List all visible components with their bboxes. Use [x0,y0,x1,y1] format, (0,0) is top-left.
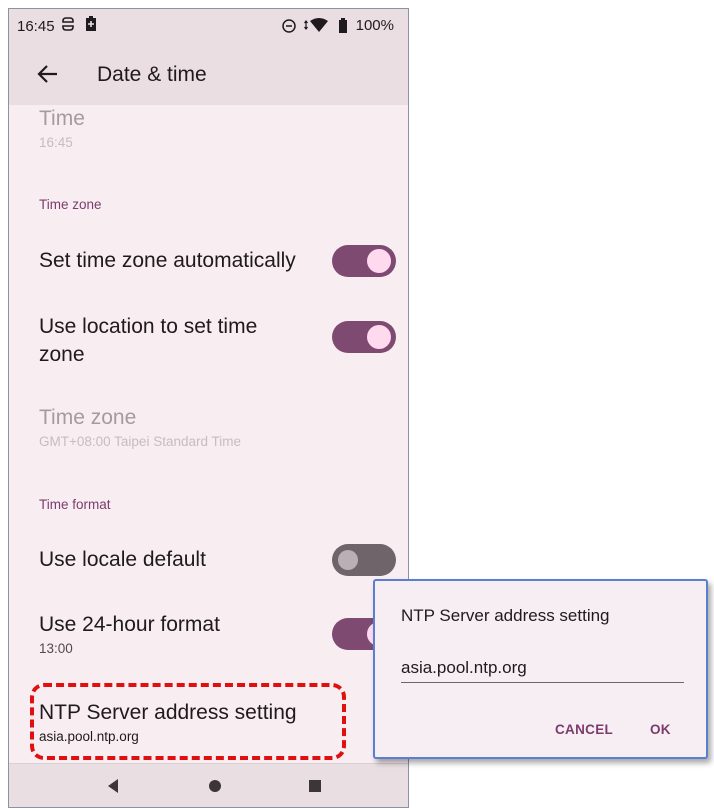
time-label: Time [39,107,85,130]
time-zone-label: Time zone [39,406,137,429]
do-not-disturb-icon [281,18,296,33]
back-arrow-icon[interactable] [31,57,65,91]
page-title: Date & time [97,63,207,86]
set-time-zone-auto-switch[interactable] [332,245,396,277]
status-time: 16:45 [17,18,55,35]
time-zone-setting: Time zone GMT+08:00 Taipei Standard Time [39,404,408,449]
battery-saver-icon [85,16,97,32]
ntp-server-input[interactable] [401,653,684,683]
use-locale-default-switch[interactable] [332,544,396,576]
app-bar: Date & time [9,43,408,105]
nav-back-icon[interactable] [101,774,125,798]
battery-level: 100% [355,17,394,34]
cancel-button[interactable]: CANCEL [555,722,613,737]
ntp-highlight-annotation [30,683,346,760]
status-bar: 16:45 100% [9,9,408,43]
time-format-section-header: Time format [39,497,111,512]
wifi-icon [303,17,330,34]
time-zone-value: GMT+08:00 Taipei Standard Time [39,434,241,449]
ntp-server-dialog: NTP Server address setting CANCEL OK [373,579,708,759]
use-24-hour-row[interactable]: Use 24-hour format 13:00 [39,611,408,665]
nav-home-icon[interactable] [203,774,227,798]
time-setting: Time 16:45 [39,105,408,150]
time-value: 16:45 [39,135,73,150]
battery-icon [338,17,348,34]
time-zone-section-header: Time zone [39,197,102,212]
ok-button[interactable]: OK [650,722,671,737]
nav-recents-icon[interactable] [303,774,327,798]
use-location-switch[interactable] [332,321,396,353]
set-time-zone-auto-row[interactable]: Set time zone automatically [39,241,408,281]
navigation-bar [9,763,408,807]
use-locale-default-row[interactable]: Use locale default [39,542,408,582]
dialog-title: NTP Server address setting [401,606,610,625]
use-location-row[interactable]: Use location to set time zone [39,313,408,373]
sim-icon [61,16,75,32]
